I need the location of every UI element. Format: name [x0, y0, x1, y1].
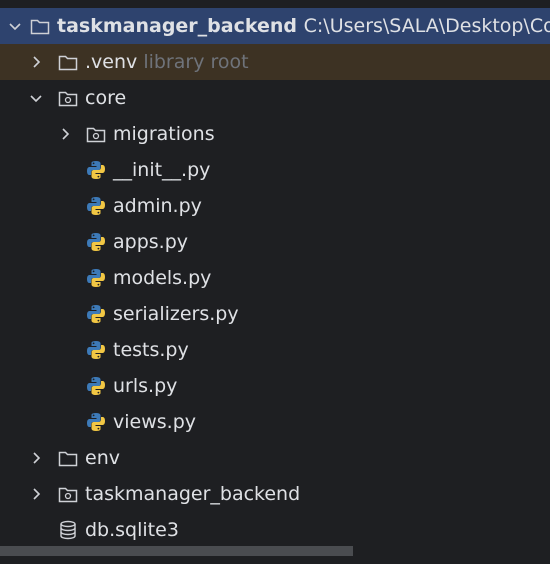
migrations-label: migrations — [113, 123, 215, 145]
tree-row-file[interactable]: serializers.py — [0, 296, 550, 332]
tree-row-file[interactable]: __init__.py — [0, 152, 550, 188]
venv-label: .venv library root — [85, 51, 249, 73]
tree-row-file[interactable]: models.py — [0, 260, 550, 296]
folder-icon — [57, 51, 79, 73]
python-file-icon — [85, 159, 107, 181]
tree-row-file[interactable]: apps.py — [0, 224, 550, 260]
python-file-icon — [85, 375, 107, 397]
file-label: tests.py — [113, 339, 189, 361]
package-folder-icon — [57, 483, 79, 505]
chevron-right-icon[interactable] — [29, 487, 43, 501]
file-label: admin.py — [113, 195, 202, 217]
file-label: __init__.py — [113, 159, 211, 181]
tree-row-core[interactable]: core — [0, 80, 550, 116]
tree-row-project-root[interactable]: taskmanager_backend C:\Users\SALA\Deskto… — [0, 8, 550, 44]
file-label: views.py — [113, 411, 196, 433]
taskmanager-package-label: taskmanager_backend — [85, 483, 301, 505]
python-file-icon — [85, 339, 107, 361]
chevron-down-icon[interactable] — [8, 19, 22, 33]
project-tree: taskmanager_backend C:\Users\SALA\Deskto… — [0, 0, 550, 564]
python-file-icon — [85, 303, 107, 325]
project-root-label: taskmanager_backend C:\Users\SALA\Deskto… — [57, 15, 550, 37]
tree-row-venv[interactable]: .venv library root — [0, 44, 550, 80]
file-label: serializers.py — [113, 303, 239, 325]
file-label: models.py — [113, 267, 212, 289]
library-root-hint: library root — [143, 51, 249, 73]
folder-icon — [57, 447, 79, 469]
chevron-down-icon[interactable] — [29, 91, 43, 105]
database-label: db.sqlite3 — [85, 519, 179, 541]
python-file-icon — [60, 556, 78, 564]
env-label: env — [85, 447, 120, 469]
tree-row-env[interactable]: env — [0, 440, 550, 476]
tree-row-file[interactable]: admin.py — [0, 188, 550, 224]
folder-icon — [29, 15, 51, 37]
package-folder-icon — [57, 87, 79, 109]
horizontal-scrollbar-thumb[interactable] — [0, 546, 353, 556]
chevron-right-icon[interactable] — [58, 127, 72, 141]
file-label: urls.py — [113, 375, 178, 397]
core-label: core — [85, 87, 127, 109]
chevron-right-icon[interactable] — [29, 55, 43, 69]
project-root-path: C:\Users\SALA\Desktop\Con — [303, 15, 550, 37]
chevron-right-icon[interactable] — [29, 451, 43, 465]
python-file-icon — [85, 195, 107, 217]
tree-row-file[interactable]: tests.py — [0, 332, 550, 368]
python-file-icon — [85, 411, 107, 433]
python-file-icon — [85, 267, 107, 289]
package-folder-icon — [85, 123, 107, 145]
file-label: apps.py — [113, 231, 189, 253]
database-icon — [57, 519, 79, 541]
tree-row-database[interactable]: db.sqlite3 — [0, 512, 550, 548]
python-file-icon — [85, 231, 107, 253]
tree-row-file[interactable]: views.py — [0, 404, 550, 440]
tree-row-migrations[interactable]: migrations — [0, 116, 550, 152]
tree-row-file[interactable]: urls.py — [0, 368, 550, 404]
tree-row-taskmanager-package[interactable]: taskmanager_backend — [0, 476, 550, 512]
